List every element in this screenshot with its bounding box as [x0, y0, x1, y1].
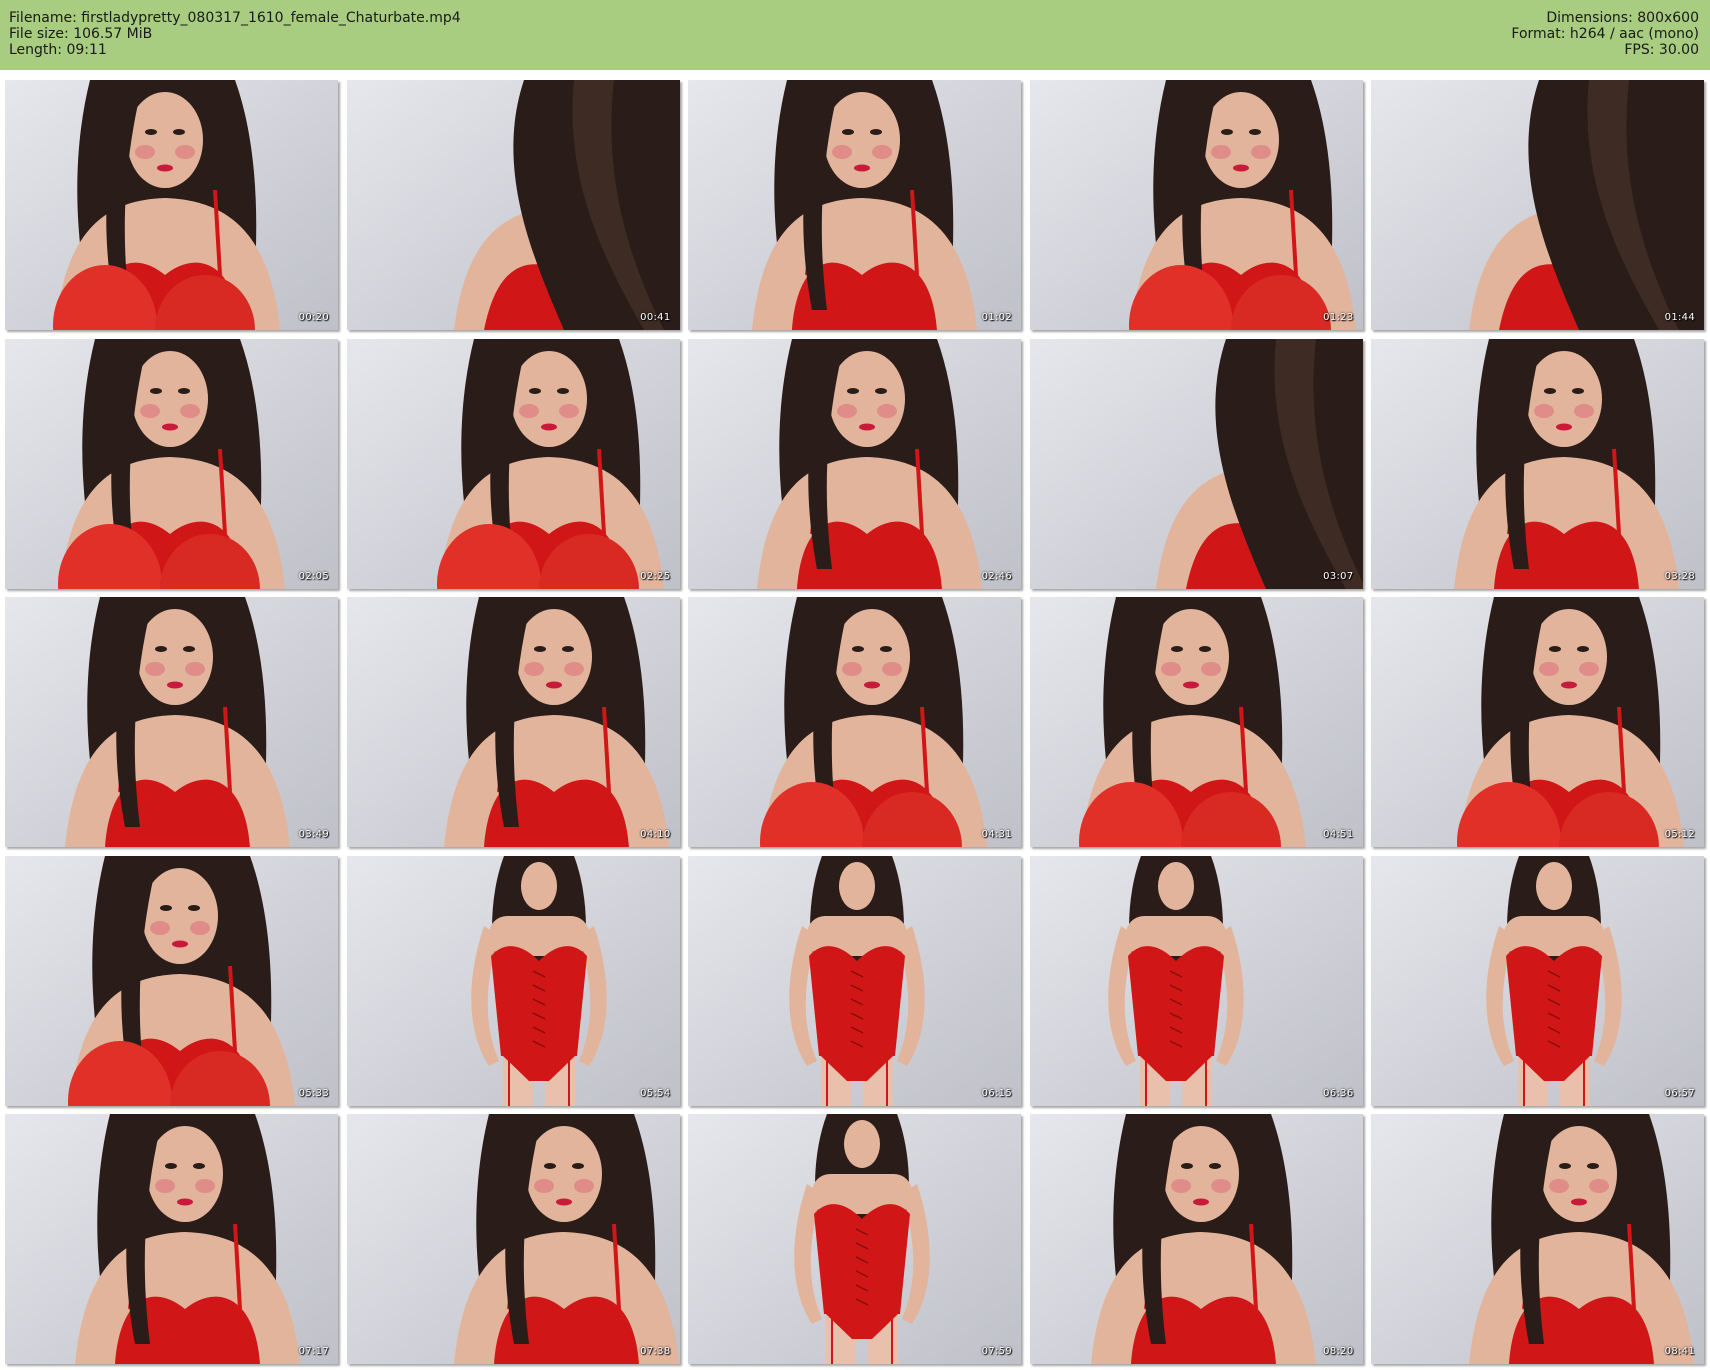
thumbnail-timestamp: 06:36 [1323, 1087, 1354, 1099]
thumbnail-image [688, 855, 1021, 1106]
thumbnail-frame: 05:33 [5, 855, 338, 1106]
thumbnail-image [346, 1114, 680, 1364]
thumbnail-timestamp: 05:54 [640, 1087, 671, 1099]
thumbnail-timestamp: 05:33 [298, 1087, 329, 1099]
thumbnail-image [1029, 597, 1363, 847]
thumbnail-frame: 02:05 [5, 338, 338, 589]
thumbnail-image [5, 80, 338, 330]
thumbnail-timestamp: 03:49 [298, 829, 329, 840]
thumbnail-timestamp: 08:41 [1664, 1346, 1695, 1357]
thumbnail-image [1371, 338, 1704, 589]
thumbnail-image [1029, 80, 1363, 330]
thumbnail-image [1029, 1114, 1363, 1364]
thumbnail-timestamp: 07:17 [298, 1346, 329, 1357]
thumbnail-image [346, 597, 680, 847]
thumbnail-timestamp: 06:15 [981, 1087, 1012, 1099]
thumbnail-frame: 05:12 [1371, 597, 1704, 847]
thumbnail-frame: 01:44 [1371, 80, 1704, 330]
thumbnail-image [346, 338, 680, 589]
thumbnail-timestamp: 04:10 [640, 829, 671, 840]
thumbnail-frame: 03:28 [1371, 338, 1704, 589]
thumbnail-timestamp: 05:12 [1664, 829, 1695, 840]
thumbnail-image [1371, 597, 1704, 847]
thumbnail-frame: 02:25 [346, 338, 680, 589]
thumbnail-image [688, 80, 1021, 330]
filesize-text: File size: 106.57 MiB [9, 26, 153, 42]
thumbnail-image [1371, 1114, 1704, 1364]
thumbnail-timestamp: 06:57 [1664, 1087, 1695, 1099]
thumbnail-timestamp: 01:02 [981, 312, 1012, 323]
format-text: Format: h264 / aac (mono) [1511, 26, 1699, 42]
fps-text: FPS: 30.00 [1624, 42, 1699, 58]
thumbnail-frame: 03:07 [1029, 338, 1363, 589]
thumbnail-timestamp: 08:20 [1323, 1346, 1354, 1357]
thumbnail-frame: 00:20 [5, 80, 338, 330]
thumbnail-frame: 06:36 [1029, 855, 1363, 1106]
thumbnail-image [5, 597, 338, 847]
thumbnail-image [688, 1114, 1021, 1364]
dimensions-text: Dimensions: 800x600 [1546, 10, 1699, 26]
thumbnail-image [5, 855, 338, 1106]
thumbnail-image [688, 338, 1021, 589]
thumbnail-frame: 01:23 [1029, 80, 1363, 330]
thumbnail-timestamp: 00:20 [298, 312, 329, 323]
thumbnail-image [5, 1114, 338, 1364]
thumbnail-frame: 06:57 [1371, 855, 1704, 1106]
thumbnail-frame: 08:20 [1029, 1114, 1363, 1364]
thumbnail-image [346, 855, 680, 1106]
thumbnail-image [688, 597, 1021, 847]
thumbnail-frame: 07:38 [346, 1114, 680, 1364]
thumbnail-frame: 03:49 [5, 597, 338, 847]
thumbnail-image [5, 338, 338, 589]
thumbnail-frame: 02:46 [688, 338, 1021, 589]
thumbnail-timestamp: 01:23 [1323, 312, 1354, 323]
thumbnail-frame: 04:51 [1029, 597, 1363, 847]
thumbnail-timestamp: 02:46 [981, 570, 1012, 582]
stream-info: Dimensions: 800x600 Format: h264 / aac (… [1511, 10, 1699, 58]
thumbnail-timestamp: 02:25 [640, 570, 671, 582]
file-info: Filename: firstladypretty_080317_1610_fe… [9, 10, 461, 58]
thumbnail-frame: 07:59 [688, 1114, 1021, 1364]
info-header: Filename: firstladypretty_080317_1610_fe… [0, 0, 1710, 70]
thumbnail-timestamp: 00:41 [640, 312, 671, 323]
thumbnail-image [1029, 855, 1363, 1106]
thumbnail-timestamp: 03:07 [1323, 570, 1354, 582]
thumbnail-frame: 06:15 [688, 855, 1021, 1106]
thumbnail-image [1371, 855, 1704, 1106]
thumbnail-timestamp: 04:51 [1323, 829, 1354, 840]
thumbnail-timestamp: 01:44 [1664, 312, 1695, 323]
thumbnail-frame: 05:54 [346, 855, 680, 1106]
thumbnail-image [1029, 338, 1363, 589]
thumbnail-frame: 00:41 [346, 80, 680, 330]
thumbnail-timestamp: 04:31 [981, 829, 1012, 840]
thumbnail-timestamp: 07:59 [981, 1346, 1012, 1357]
thumbnail-timestamp: 03:28 [1664, 570, 1695, 582]
thumbnail-frame: 01:02 [688, 80, 1021, 330]
thumbnail-image [1371, 80, 1704, 330]
thumbnail-timestamp: 02:05 [298, 570, 329, 582]
thumbnail-grid: 00:20 00:41 01:02 01:23 01:44 02:05 02:25 02:46… [5, 80, 1705, 1365]
length-text: Length: 09:11 [9, 42, 107, 58]
thumbnail-frame: 04:31 [688, 597, 1021, 847]
filename-text: Filename: firstladypretty_080317_1610_fe… [9, 10, 461, 26]
thumbnail-image [346, 80, 680, 330]
thumbnail-frame: 07:17 [5, 1114, 338, 1364]
thumbnail-timestamp: 07:38 [640, 1346, 671, 1357]
thumbnail-frame: 04:10 [346, 597, 680, 847]
thumbnail-frame: 08:41 [1371, 1114, 1704, 1364]
